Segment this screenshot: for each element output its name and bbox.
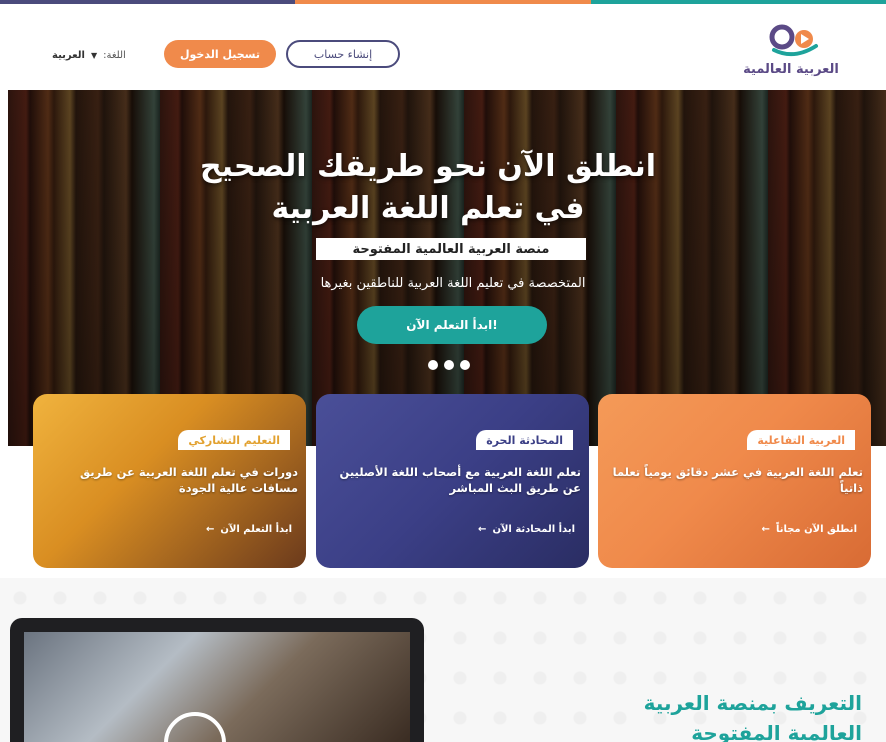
card-interactive-arabic[interactable]: العربية التفاعلية تعلم اللغة العربية في … [598, 394, 871, 568]
brand-logo-icon [769, 24, 818, 57]
language-label: اللغة: [103, 49, 126, 61]
laptop-frame [10, 618, 424, 742]
login-button[interactable]: تسجيل الدخول [164, 40, 276, 68]
site-logo[interactable]: العربية العالمية [736, 22, 846, 82]
intro-title: التعريف بمنصة العربية العالمية المفتوحة [582, 688, 862, 742]
hero-title-line1: انطلق الآن نحو طريقك الصحيح [199, 149, 657, 184]
play-icon[interactable] [164, 712, 226, 742]
card-link-label: ابدأ التعلم الآن [220, 524, 292, 535]
site-header: العربية العالمية إنشاء حساب تسجيل الدخول… [0, 4, 886, 90]
hero-background-image [8, 90, 886, 446]
carousel-dot[interactable] [428, 360, 438, 370]
hero-banner: انطلق الآن نحو طريقك الصحيح في تعلم اللغ… [8, 90, 886, 446]
card-text: تعلم اللغة العربية في عشر دقائق يومياً ت… [612, 465, 863, 495]
hero-title-line2: في تعلم اللغة العربية [271, 191, 585, 226]
caret-down-icon: ▼ [90, 50, 98, 60]
start-learning-button[interactable]: ابدأ التعلم الآن! [357, 306, 547, 344]
intro-section: التعريف بمنصة العربية العالمية المفتوحة [0, 578, 886, 742]
intro-video[interactable] [24, 632, 410, 742]
intro-title-line1: التعريف بمنصة العربية [643, 691, 862, 715]
carousel-dot[interactable] [460, 360, 470, 370]
card-label: التعليم التشاركي [178, 430, 290, 450]
card-link-label: انطلق الآن مجاناً [775, 524, 857, 535]
hero-badge: منصة العربية العالمية المفتوحة [316, 238, 586, 260]
hero-subtitle: المتخصصة في تعليم اللغة العربية للناطقين… [320, 276, 586, 291]
language-selector[interactable]: اللغة: ▼ العربية [52, 46, 126, 64]
carousel-dots [428, 360, 470, 370]
card-link[interactable]: ابدأ المحادثة الآن ← [478, 524, 575, 535]
card-text: دورات في تعلم اللغة العربية عن طريق مساف… [79, 465, 298, 495]
carousel-dot[interactable] [444, 360, 454, 370]
card-text: تعلم اللغة العربية مع أصحاب اللغة الأصلي… [339, 465, 581, 495]
card-label: المحادثة الحرة [476, 430, 573, 450]
language-value: العربية [52, 49, 85, 61]
arrow-left-icon: ← [761, 524, 770, 535]
card-link[interactable]: انطلق الآن مجاناً ← [762, 524, 857, 535]
register-button[interactable]: إنشاء حساب [286, 40, 400, 68]
intro-title-line2: العالمية المفتوحة [691, 721, 862, 742]
card-collaborative-learning[interactable]: التعليم التشاركي دورات في تعلم اللغة الع… [33, 394, 306, 568]
hero-title: انطلق الآن نحو طريقك الصحيح في تعلم اللغ… [138, 146, 718, 230]
arrow-left-icon: ← [478, 524, 487, 535]
card-label: العربية التفاعلية [747, 430, 855, 450]
logo-text: العربية العالمية [743, 62, 839, 77]
card-link-label: ابدأ المحادثة الآن [492, 524, 575, 535]
card-link[interactable]: ابدأ التعلم الآن ← [206, 524, 292, 535]
card-free-conversation[interactable]: المحادثة الحرة تعلم اللغة العربية مع أصح… [316, 394, 589, 568]
arrow-left-icon: ← [206, 524, 215, 535]
